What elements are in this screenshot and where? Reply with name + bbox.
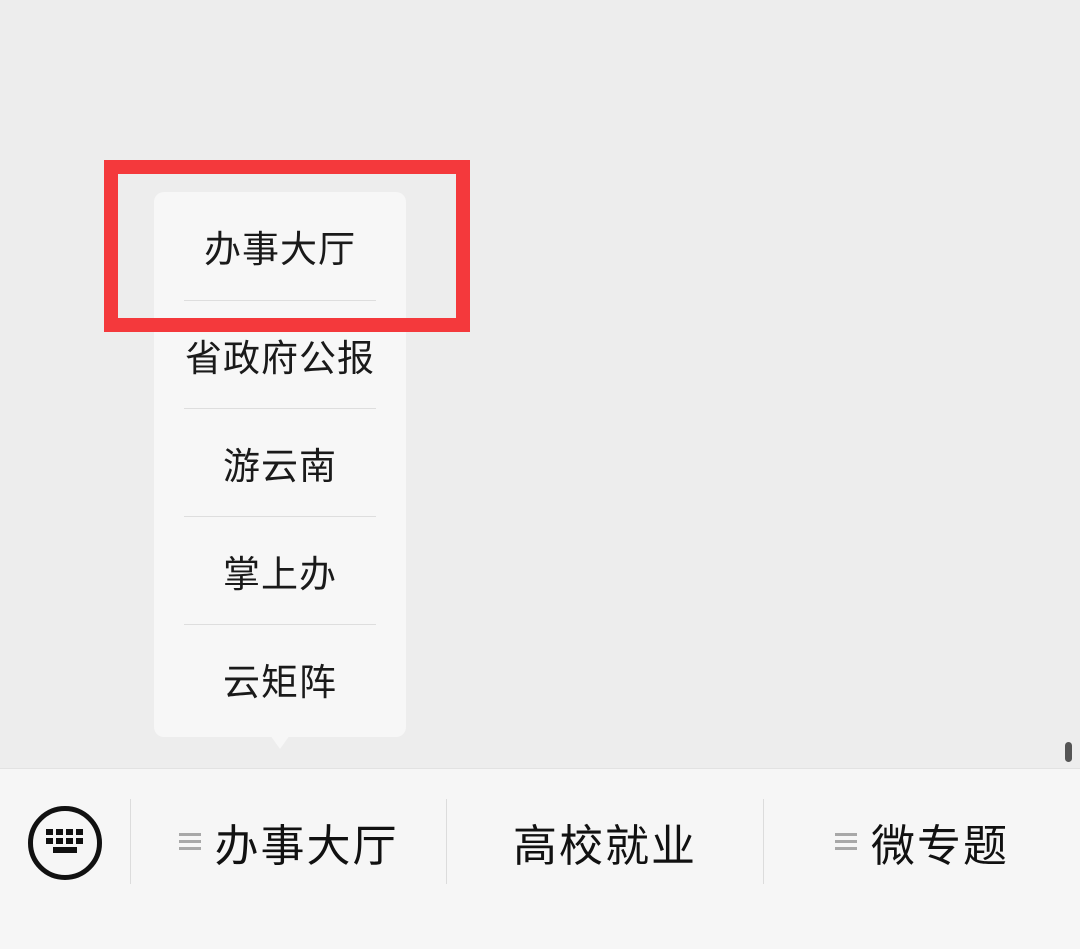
highlight-box xyxy=(104,160,470,332)
popup-pointer xyxy=(270,735,290,749)
menu-tab-label: 办事大厅 xyxy=(214,820,399,872)
submenu-item-label: 云矩阵 xyxy=(223,661,337,704)
menu-tab-label: 高校就业 xyxy=(513,820,697,872)
chat-screen: 办事大厅 省政府公报 游云南 掌上办 云矩阵 办事大厅 高校就业 微专题 xyxy=(0,0,1080,949)
menu-tab-label: 微专题 xyxy=(871,820,1009,872)
submenu-list-icon xyxy=(835,829,857,854)
submenu-item-zhangshangban[interactable]: 掌上办 xyxy=(154,517,406,625)
menu-tab-banshi-dating[interactable]: 办事大厅 xyxy=(131,799,446,884)
keyboard-icon[interactable] xyxy=(28,806,102,880)
submenu-list-icon xyxy=(178,829,201,854)
submenu-item-label: 游云南 xyxy=(223,445,337,488)
menu-tab-gaoxiao-jiuye[interactable]: 高校就业 xyxy=(447,799,763,884)
submenu-item-label: 掌上办 xyxy=(223,553,337,596)
submenu-item-you-yunnan[interactable]: 游云南 xyxy=(154,409,406,517)
scrollbar-thumb[interactable] xyxy=(1065,742,1072,762)
menu-tab-wei-zhuanti[interactable]: 微专题 xyxy=(764,799,1080,884)
submenu-item-label: 省政府公报 xyxy=(185,337,375,380)
submenu-item-yunjuzhen[interactable]: 云矩阵 xyxy=(154,625,406,733)
bottom-menu-bar: 办事大厅 高校就业 微专题 xyxy=(0,768,1080,949)
